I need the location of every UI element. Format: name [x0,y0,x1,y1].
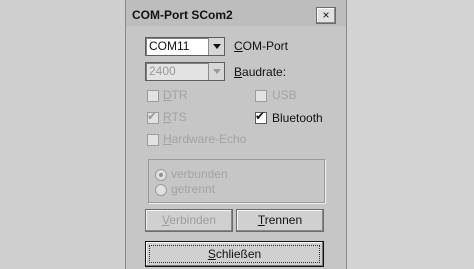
baudrate-select[interactable]: 2400 [145,62,225,81]
title-bar[interactable]: COM-Port SCom2 × [126,0,346,26]
chevron-down-icon[interactable] [208,63,224,80]
connect-button[interactable]: Verbinden [145,209,233,232]
com-port-select[interactable]: COM11 [145,37,225,56]
baudrate-label: Baudrate: [234,65,286,79]
getrennt-label: getrennt [171,182,216,196]
dtr-label-rest: TR [171,88,188,102]
close-icon[interactable]: × [316,7,336,24]
check-mark-icon: ✔ [255,109,266,123]
connection-status-group: verbunden getrennt [148,159,325,203]
verbunden-label: verbunden [171,167,228,181]
close-icon-glyph: × [322,8,330,22]
radio-getrennt[interactable] [155,184,167,196]
usb-checkbox[interactable] [255,90,267,102]
check-mark-icon: ✔ [147,109,158,123]
com-port-dialog: COM-Port SCom2 × COM11 COM-Port 2400 Bau… [125,0,347,269]
baudrate-value: 2400 [149,64,176,78]
hardware-echo-checkbox[interactable] [147,134,159,146]
hardware-echo-label-rest: ardware-Echo [171,132,247,146]
rts-label-rest: TS [171,110,187,124]
bluetooth-label: Bluetooth [272,111,323,125]
dtr-label: DTR [163,88,188,102]
radio-selected-dot-icon [159,173,163,177]
disconnect-button-accel: T [257,213,265,227]
background-left-panel [0,0,125,269]
dtr-label-accel: D [163,88,172,102]
rts-checkbox[interactable]: ✔ [147,109,159,124]
com-port-label: COM-Port [234,39,288,53]
com-port-label-rest: OM-Port [242,39,289,53]
rts-label: RTS [163,110,187,124]
bluetooth-checkbox[interactable]: ✔ [255,109,267,124]
hardware-echo-label-accel: H [163,132,172,146]
usb-label: USB [272,88,297,102]
background-right-panel [346,0,474,269]
baudrate-label-accel: B [234,65,243,79]
connect-button-rest: erbinden [169,213,217,227]
dialog-title: COM-Port SCom2 [132,8,233,22]
disconnect-button[interactable]: Trennen [236,209,324,232]
close-button[interactable]: Schließen [145,241,324,267]
radio-verbunden[interactable] [155,169,167,181]
baudrate-label-rest: audrate: [242,65,287,79]
dtr-checkbox[interactable] [147,90,159,102]
com-port-value: COM11 [149,39,190,53]
com-port-label-accel: C [234,39,243,53]
focus-rectangle [149,245,320,263]
chevron-down-icon[interactable] [208,38,224,55]
disconnect-button-rest: rennen [264,213,303,227]
hardware-echo-label: Hardware-Echo [163,132,246,146]
